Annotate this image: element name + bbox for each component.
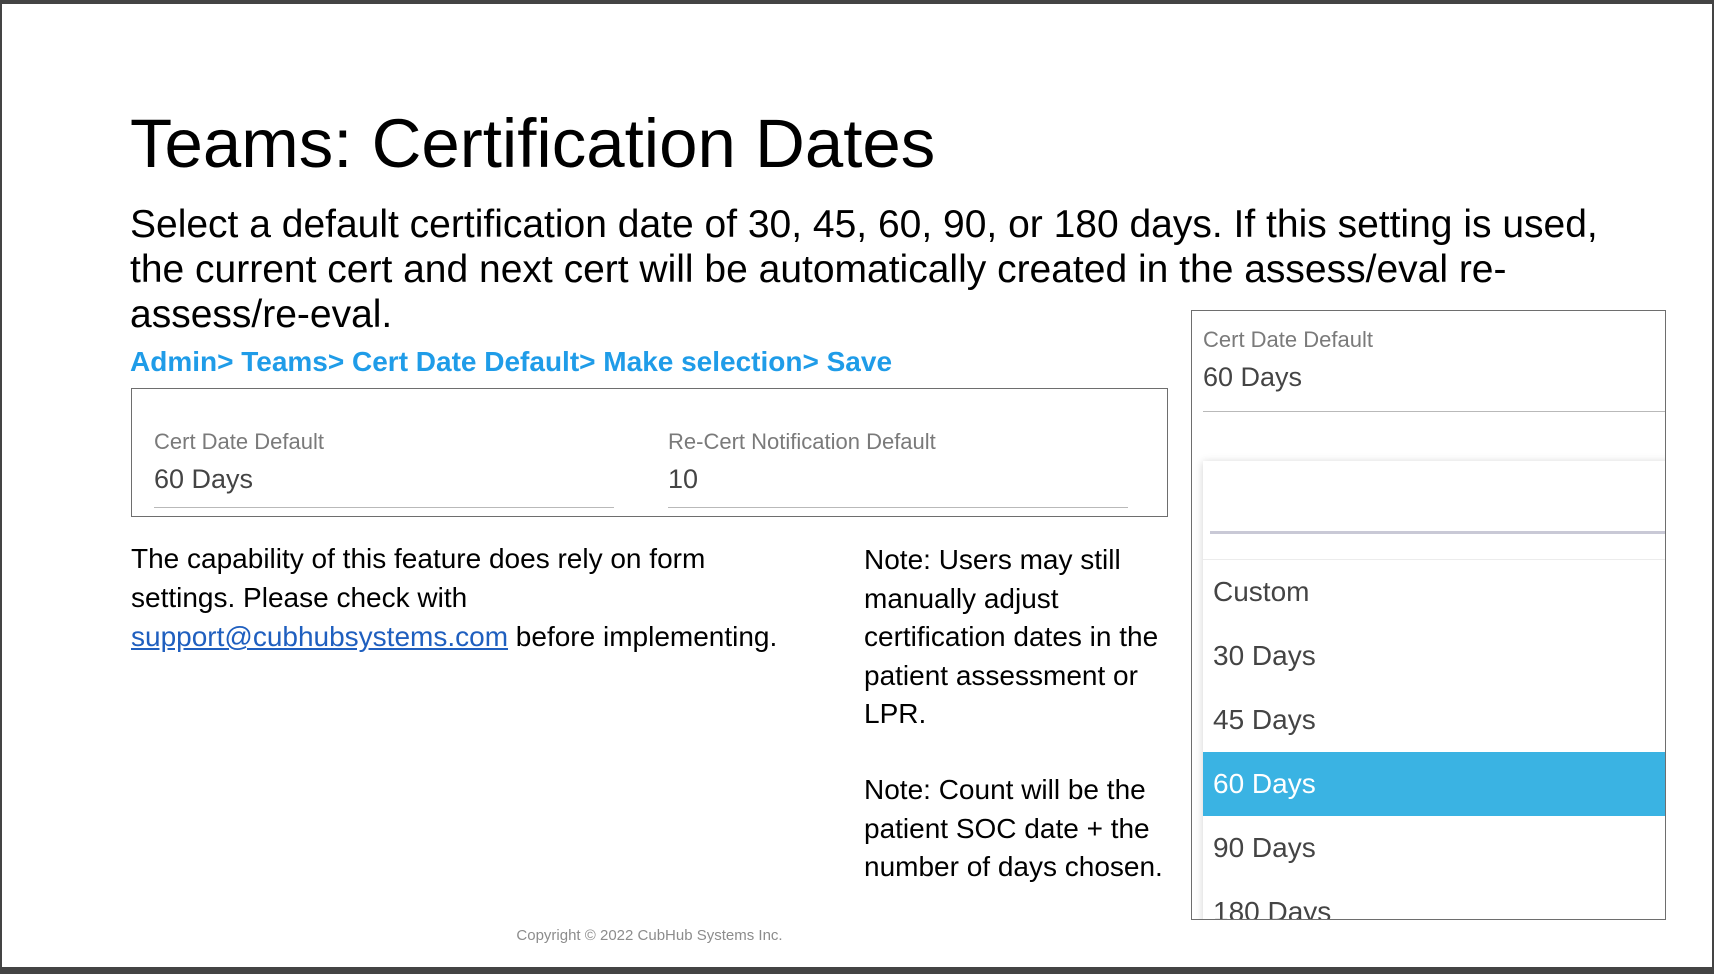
notice-text-after-link: before implementing. <box>508 621 778 652</box>
cert-date-default-field[interactable]: Cert Date Default 60 Days <box>154 429 614 508</box>
cert-date-default-label: Cert Date Default <box>154 429 324 454</box>
manual-adjust-note: Note: Users may still manually adjust ce… <box>864 544 1159 729</box>
field-underline <box>668 507 1128 508</box>
recert-notification-default-value[interactable]: 10 <box>668 463 1128 495</box>
notice-text-before-link: The capability of this feature does rely… <box>131 543 706 613</box>
dropdown-field-label: Cert Date Default <box>1203 327 1373 352</box>
dropdown-option[interactable]: 180 Days <box>1203 880 1665 919</box>
recert-notification-default-label: Re-Cert Notification Default <box>668 429 936 454</box>
copyright-footer: Copyright © 2022 CubHub Systems Inc. <box>516 927 783 944</box>
dropdown-field-value[interactable]: 60 Days <box>1203 361 1665 393</box>
field-underline <box>154 507 614 508</box>
dropdown-option[interactable]: 45 Days <box>1203 688 1665 752</box>
field-underline <box>1203 411 1665 412</box>
navigation-path: Admin> Teams> Cert Date Default> Make se… <box>130 346 893 377</box>
support-email-link[interactable]: support@cubhubsystems.com <box>131 621 508 652</box>
dropdown-search-input[interactable] <box>1203 461 1665 560</box>
cert-date-dropdown-screenshot: Cert Date Default 60 Days Custom 30 Days 4… <box>1191 310 1666 920</box>
search-underline <box>1210 531 1665 534</box>
slide-title: Teams: Certification Dates <box>130 105 936 182</box>
cert-date-dropdown-field[interactable]: Cert Date Default 60 Days <box>1203 327 1665 412</box>
dropdown-option[interactable]: 60 Days <box>1203 752 1665 816</box>
dropdown-option[interactable]: 90 Days <box>1203 816 1665 880</box>
team-settings-panel: Cert Date Default 60 Days Re-Cert Notifi… <box>131 388 1168 517</box>
cert-date-default-value[interactable]: 60 Days <box>154 463 614 495</box>
dropdown-options-panel: Custom 30 Days 45 Days 60 Days 90 Days 180 Da… <box>1203 461 1665 919</box>
count-calculation-note: Note: Count will be the patient SOC date… <box>864 774 1163 882</box>
form-settings-notice: The capability of this feature does rely… <box>131 539 791 656</box>
dropdown-options-list: Custom 30 Days 45 Days 60 Days 90 Days 180 Da… <box>1203 560 1665 919</box>
dropdown-option[interactable]: 30 Days <box>1203 624 1665 688</box>
dropdown-option[interactable]: Custom <box>1203 560 1665 624</box>
recert-notification-default-field[interactable]: Re-Cert Notification Default 10 <box>668 429 1128 508</box>
slide: Teams: Certification Dates Select a defa… <box>2 4 1712 967</box>
